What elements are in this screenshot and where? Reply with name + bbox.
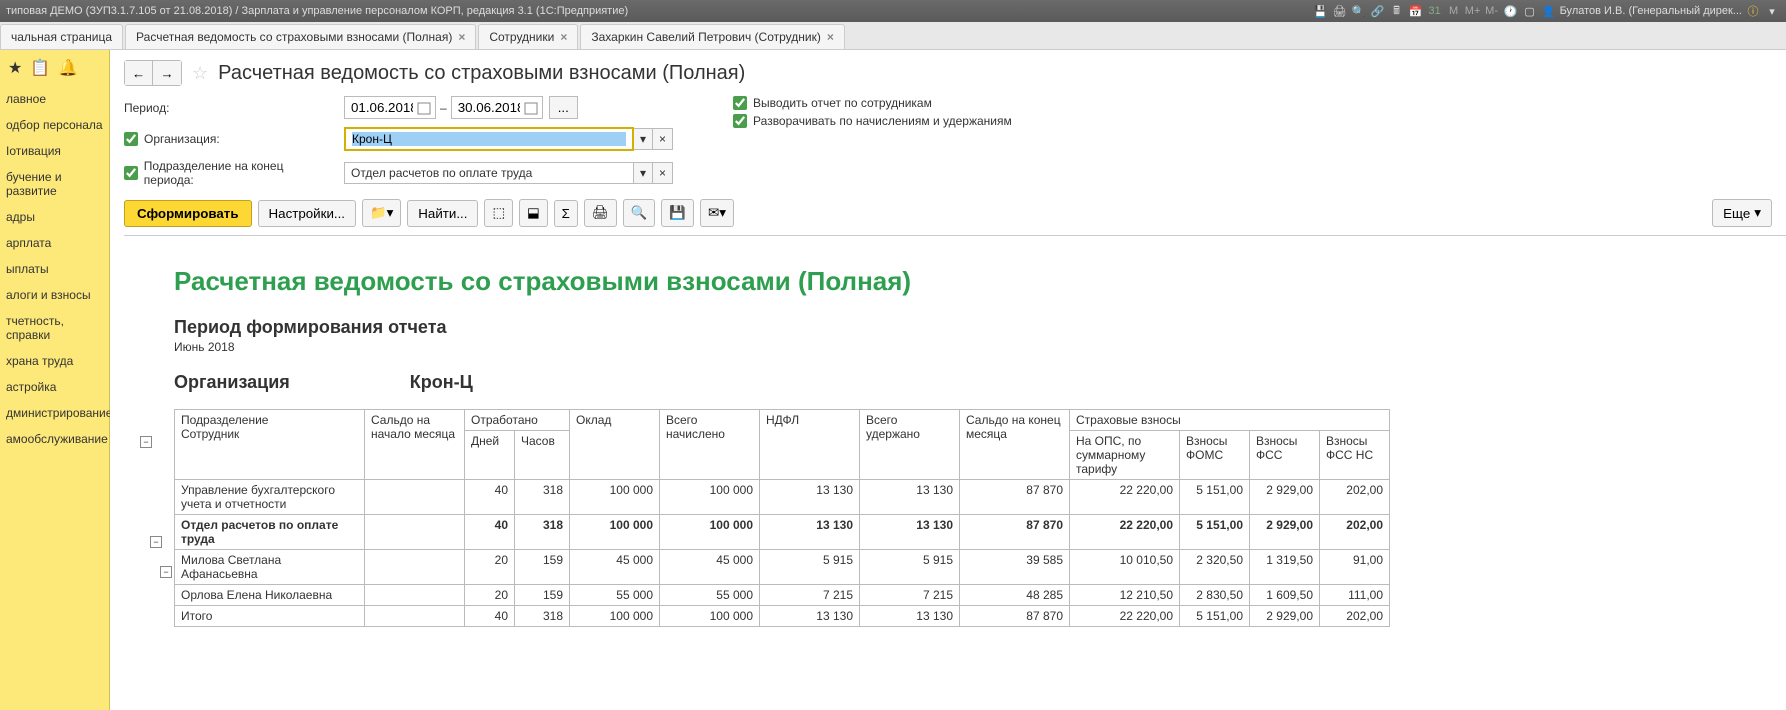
- nav-salary[interactable]: арплата: [0, 230, 109, 256]
- forward-button[interactable]: →: [153, 61, 181, 85]
- date-to-input[interactable]: [451, 96, 543, 119]
- save-icon[interactable]: 💾: [1313, 3, 1329, 19]
- nav-recruit[interactable]: одбор персонала: [0, 112, 109, 138]
- panel-icon[interactable]: ▢: [1522, 3, 1538, 19]
- preview-button[interactable]: 🔍: [623, 199, 656, 227]
- close-icon[interactable]: ×: [458, 30, 465, 44]
- table-row[interactable]: Управление бухгалтерского учета и отчетн…: [175, 480, 1390, 515]
- settings-button[interactable]: Настройки...: [258, 200, 356, 227]
- bell-icon[interactable]: 🔔: [58, 58, 78, 78]
- report-period-value: Июнь 2018: [174, 340, 1736, 354]
- tree-collapse-2[interactable]: −: [150, 536, 162, 548]
- nav-labour[interactable]: храна труда: [0, 348, 109, 374]
- sub-input[interactable]: Отдел расчетов по оплате труда: [344, 162, 634, 184]
- dropdown-icon[interactable]: ▾: [1764, 3, 1780, 19]
- calendar-icon[interactable]: 📅: [1408, 3, 1424, 19]
- nav-self[interactable]: амообслуживание: [0, 426, 109, 452]
- preview-icon[interactable]: 🔍: [1351, 3, 1367, 19]
- expand-label: Разворачивать по начислениям и удержания…: [753, 114, 1012, 128]
- tabbar: чальная страница Расчетная ведомость со …: [0, 22, 1786, 50]
- expand-all-button[interactable]: ⬚: [484, 199, 513, 227]
- table-row[interactable]: Итого40318100 000100 00013 13013 13087 8…: [175, 606, 1390, 627]
- sidebar: ★ 📋 🔔 лавное одбор персонала Іотивация б…: [0, 50, 110, 710]
- tab-employees[interactable]: Сотрудники×: [478, 24, 578, 49]
- period-label: Период:: [124, 101, 334, 115]
- m-plus-icon[interactable]: M+: [1465, 3, 1481, 19]
- page-title: Расчетная ведомость со страховыми взноса…: [218, 62, 745, 85]
- sub-clear-button[interactable]: ×: [653, 162, 673, 184]
- m-icon[interactable]: M: [1446, 3, 1462, 19]
- calc-icon[interactable]: 🖩: [1389, 3, 1405, 19]
- sub-checkbox[interactable]: [124, 166, 138, 180]
- report-by-emp-label: Выводить отчет по сотрудникам: [753, 96, 932, 110]
- report-org-label: Организация: [174, 372, 290, 393]
- date-from-input[interactable]: [344, 96, 436, 119]
- generate-button[interactable]: Сформировать: [124, 200, 252, 227]
- sub-dropdown-button[interactable]: ▾: [634, 162, 653, 184]
- clipboard-icon[interactable]: 📋: [30, 58, 50, 78]
- print-icon[interactable]: 🖨: [1332, 3, 1348, 19]
- nav-reports[interactable]: тчетность, справки: [0, 308, 109, 348]
- save-report-button[interactable]: 💾: [661, 199, 694, 227]
- info-icon[interactable]: ⓘ: [1745, 3, 1761, 19]
- org-clear-button[interactable]: ×: [653, 128, 673, 150]
- nav-motivation[interactable]: Іотивация: [0, 138, 109, 164]
- tab-report[interactable]: Расчетная ведомость со страховыми взноса…: [125, 24, 476, 49]
- app-title: типовая ДЕМО (ЗУП3.1.7.105 от 21.08.2018…: [6, 5, 628, 17]
- favorite-icon[interactable]: ☆: [192, 63, 208, 84]
- period-picker-button[interactable]: ...: [549, 96, 578, 119]
- nav-training[interactable]: бучение и развитие: [0, 164, 109, 204]
- org-checkbox[interactable]: [124, 132, 138, 146]
- close-icon[interactable]: ×: [560, 30, 567, 44]
- tab-employee[interactable]: Захаркин Савелий Петрович (Сотрудник)×: [580, 24, 845, 49]
- nav-taxes[interactable]: алоги и взносы: [0, 282, 109, 308]
- table-row[interactable]: Отдел расчетов по оплате труда40318100 0…: [175, 515, 1390, 550]
- report-org-value: Крон-Ц: [410, 372, 473, 393]
- more-button[interactable]: Еще ▾: [1712, 199, 1772, 227]
- link-icon[interactable]: 🔗: [1370, 3, 1386, 19]
- org-dropdown-button[interactable]: ▾: [634, 128, 653, 150]
- nav-hr[interactable]: адры: [0, 204, 109, 230]
- close-icon[interactable]: ×: [827, 30, 834, 44]
- nav-payments[interactable]: ыплаты: [0, 256, 109, 282]
- nav-main[interactable]: лавное: [0, 86, 109, 112]
- date-icon[interactable]: 31: [1427, 3, 1443, 19]
- find-button[interactable]: Найти...: [407, 200, 478, 227]
- report-title: Расчетная ведомость со страховыми взноса…: [174, 266, 1736, 297]
- variants-button[interactable]: 📁▾: [362, 199, 401, 227]
- sub-label: Подразделение на конец периода:: [144, 159, 334, 187]
- m-minus-icon[interactable]: M-: [1484, 3, 1500, 19]
- report-table: ПодразделениеСотрудник Сальдо на начало …: [174, 409, 1390, 627]
- email-button[interactable]: ✉▾: [700, 199, 734, 227]
- expand-checkbox[interactable]: [733, 114, 747, 128]
- report-period-label: Период формирования отчета: [174, 317, 1736, 338]
- tree-collapse-1[interactable]: −: [140, 436, 152, 448]
- sum-button[interactable]: Σ: [554, 200, 578, 227]
- table-row[interactable]: Милова Светлана Афанасьевна2015945 00045…: [175, 550, 1390, 585]
- user-icon: 👤: [1541, 3, 1557, 19]
- tab-home[interactable]: чальная страница: [0, 24, 123, 49]
- table-row[interactable]: Орлова Елена Николаевна2015955 00055 000…: [175, 585, 1390, 606]
- clock-icon[interactable]: 🕐: [1503, 3, 1519, 19]
- nav-settings[interactable]: астройка: [0, 374, 109, 400]
- org-label: Организация:: [144, 132, 220, 146]
- collapse-all-button[interactable]: ⬓: [519, 199, 548, 227]
- back-button[interactable]: ←: [125, 61, 153, 85]
- tree-collapse-3[interactable]: −: [160, 566, 172, 578]
- star-icon[interactable]: ★: [8, 58, 22, 78]
- org-input[interactable]: [352, 132, 626, 146]
- print-button[interactable]: 🖨: [584, 199, 617, 227]
- report-by-emp-checkbox[interactable]: [733, 96, 747, 110]
- user-name[interactable]: Булатов И.В. (Генеральный дирек...: [1560, 5, 1742, 17]
- nav-admin[interactable]: дминистрирование: [0, 400, 109, 426]
